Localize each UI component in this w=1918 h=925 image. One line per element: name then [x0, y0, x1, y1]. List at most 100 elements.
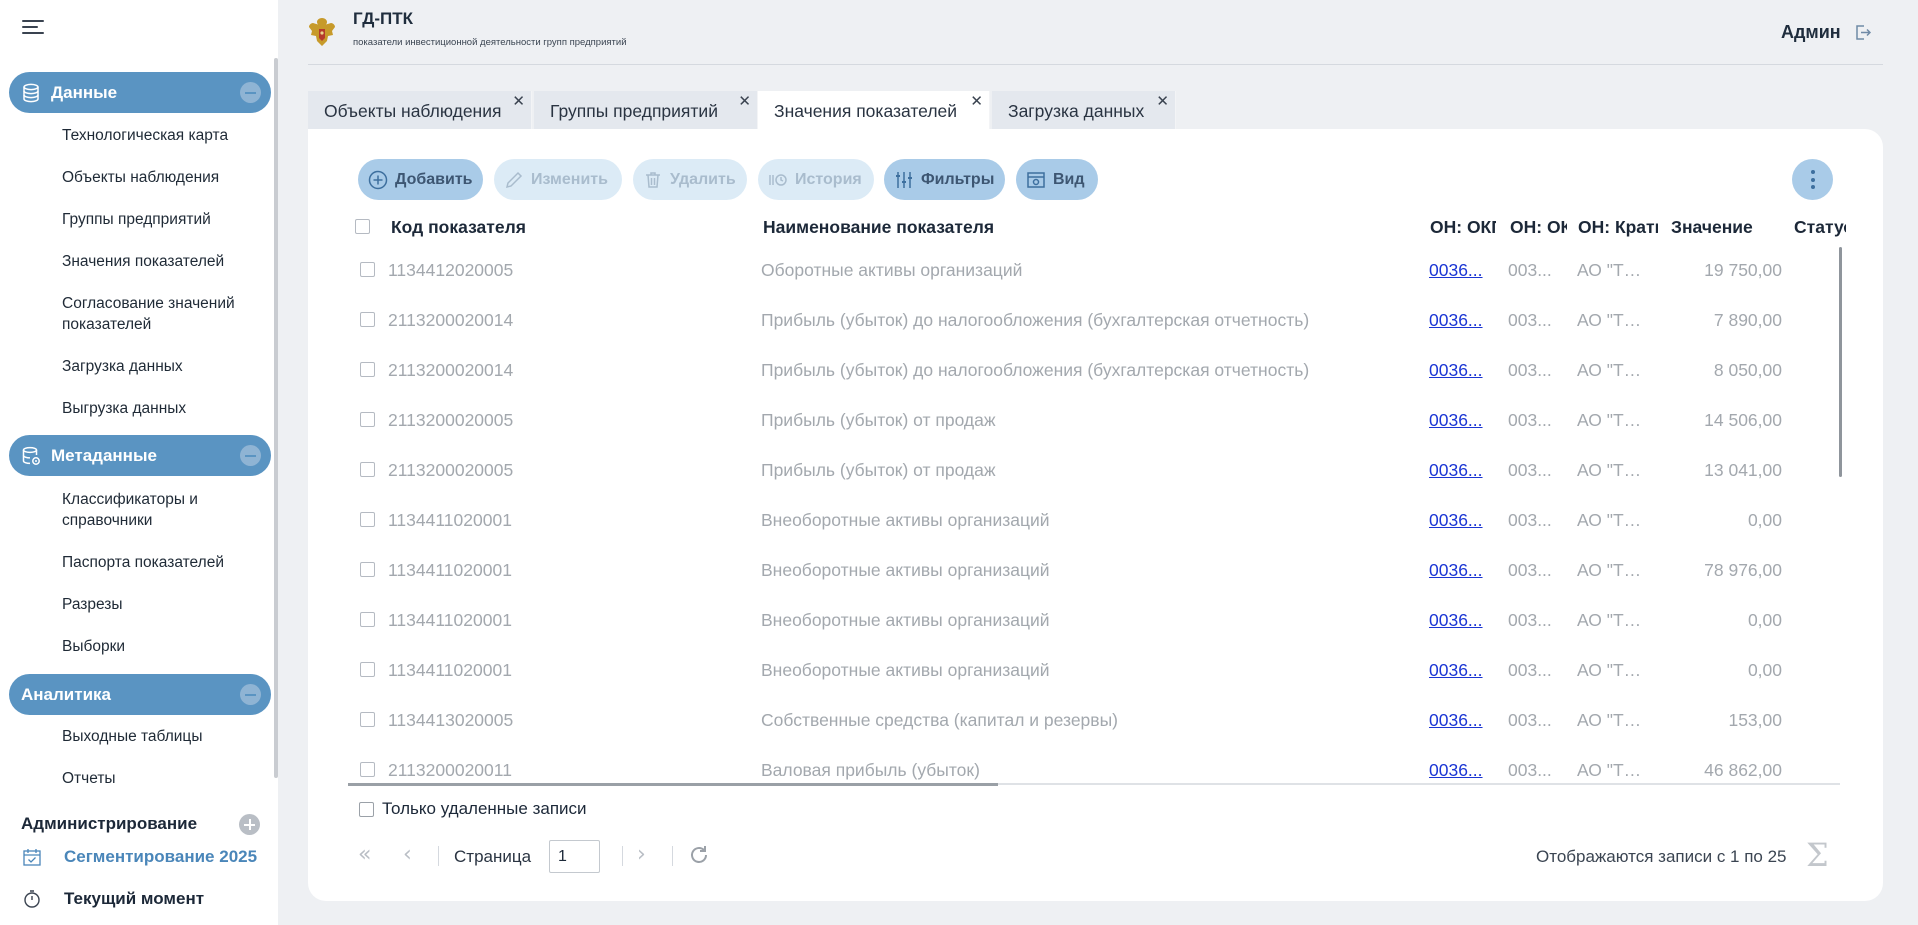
cell-okpo-link[interactable]: 0036... [1429, 710, 1489, 731]
more-options-icon[interactable] [1792, 159, 1833, 200]
tab-observation-objects[interactable]: Объекты наблюдения ✕ [308, 91, 532, 129]
history-button[interactable]: История [758, 159, 874, 200]
first-page-icon[interactable]: « [358, 841, 371, 869]
sidebar-section-analytics[interactable]: Аналитика [9, 674, 271, 715]
row-checkbox[interactable] [360, 262, 375, 277]
tab-label: Значения показателей [774, 101, 958, 121]
select-all-checkbox[interactable] [355, 219, 370, 234]
sidebar-item-tech-map[interactable]: Технологическая карта [62, 125, 262, 146]
row-checkbox[interactable] [360, 362, 375, 377]
next-page-icon[interactable]: › [637, 841, 646, 869]
column-header-value[interactable]: Значение [1671, 217, 1771, 238]
sidebar-item-observation-objects[interactable]: Объекты наблюдения [62, 167, 262, 188]
grid-horizontal-scrollbar[interactable] [348, 783, 998, 786]
row-checkbox[interactable] [360, 412, 375, 427]
cell-okpo-link[interactable]: 0036... [1429, 460, 1489, 481]
table-row[interactable]: 1134411020001 Внеоборотные активы организ… [348, 600, 1840, 650]
tab-label: Загрузка данных [1008, 101, 1145, 121]
cell-okpo-link[interactable]: 0036... [1429, 510, 1489, 531]
add-icon[interactable] [239, 814, 260, 835]
sidebar-section-metadata[interactable]: Метаданные [9, 435, 271, 476]
app-title: ГД-ПТК [353, 9, 413, 28]
table-row[interactable]: 1134411020001 Внеоборотные активы организ… [348, 550, 1840, 600]
sidebar-item-data-export[interactable]: Выгрузка данных [62, 398, 262, 419]
deleted-only-checkbox[interactable] [359, 801, 374, 817]
column-header-okpo[interactable]: ОН: ОКПО [1430, 217, 1496, 238]
table-row[interactable]: 2113200020014 Прибыль (убыток) до налогоо… [348, 350, 1840, 400]
row-checkbox[interactable] [360, 662, 375, 677]
sidebar-item-reports[interactable]: Отчеты [62, 768, 262, 789]
row-checkbox[interactable] [360, 312, 375, 327]
row-checkbox[interactable] [360, 462, 375, 477]
row-checkbox[interactable] [360, 512, 375, 527]
prev-page-icon[interactable]: ‹ [403, 841, 412, 869]
grid-vertical-scrollbar[interactable] [1839, 247, 1842, 477]
sidebar-item-indicator-values[interactable]: Значения показателей [62, 251, 262, 272]
close-icon[interactable]: ✕ [1156, 94, 1169, 109]
table-row[interactable]: 2113200020005 Прибыль (убыток) от продаж 0… [348, 400, 1840, 450]
user-name[interactable]: Админ [1781, 22, 1841, 43]
cell-okpo-link[interactable]: 0036... [1429, 760, 1489, 781]
sidebar-admin-label[interactable]: Администрирование [21, 814, 197, 834]
collapse-icon[interactable] [240, 445, 261, 466]
cell-short-name: АО "ТХ... [1577, 760, 1649, 780]
cell-okpo-link[interactable]: 0036... [1429, 660, 1489, 681]
sidebar-item-indicator-passports[interactable]: Паспорта показателей [62, 552, 262, 573]
row-checkbox[interactable] [360, 762, 375, 777]
sidebar-section-data[interactable]: Данные [9, 72, 271, 113]
cell-okpo-link[interactable]: 0036... [1429, 360, 1489, 381]
table-row[interactable]: 2113200020014 Прибыль (убыток) до налогоо… [348, 300, 1840, 350]
close-icon[interactable]: ✕ [970, 94, 983, 109]
delete-button[interactable]: Удалить [633, 159, 747, 200]
sidebar-item-enterprise-groups[interactable]: Группы предприятий [62, 209, 262, 230]
column-header-okpo-2[interactable]: ОН: ОКПО [1510, 217, 1567, 238]
deleted-only-toggle[interactable]: Только удаленные записи [359, 799, 587, 819]
sidebar-item-output-tables[interactable]: Выходные таблицы [62, 726, 262, 747]
row-checkbox[interactable] [360, 562, 375, 577]
row-checkbox[interactable] [360, 612, 375, 627]
sidebar-item-data-upload[interactable]: Загрузка данных [62, 356, 262, 377]
table-row[interactable]: 2113200020011 Валовая прибыль (убыток) 003… [348, 750, 1840, 784]
cell-okpo-link[interactable]: 0036... [1429, 560, 1489, 581]
sidebar-scrollbar[interactable] [274, 58, 278, 778]
sidebar-item-samples[interactable]: Выборки [62, 636, 262, 657]
close-icon[interactable]: ✕ [738, 94, 751, 109]
sidebar-link-segmentation[interactable]: Сегментирование 2025 [22, 847, 257, 867]
menu-icon[interactable] [22, 18, 44, 36]
collapse-icon[interactable] [240, 82, 261, 103]
tab-enterprise-groups[interactable]: Группы предприятий ✕ [534, 91, 758, 129]
cell-okpo-link[interactable]: 0036... [1429, 610, 1489, 631]
collapse-icon[interactable] [240, 684, 261, 705]
sidebar-link-current-moment[interactable]: Текущий момент [22, 889, 204, 909]
table-row[interactable]: 1134413020005 Собственные средства (капит… [348, 700, 1840, 750]
tab-data-upload[interactable]: Загрузка данных ✕ [992, 91, 1176, 129]
page-number-input[interactable] [549, 840, 600, 873]
column-header-code[interactable]: Код показателя [391, 217, 731, 238]
table-row[interactable]: 1134412020005 Оборотные активы организаци… [348, 250, 1840, 300]
column-header-short-name[interactable]: ОН: Краткое [1578, 217, 1658, 238]
cell-okpo-link[interactable]: 0036... [1429, 310, 1489, 331]
tab-indicator-values[interactable]: Значения показателей ✕ [758, 91, 990, 129]
cell-okpo-link[interactable]: 0036... [1429, 410, 1489, 431]
column-header-status[interactable]: Статус [1794, 217, 1846, 238]
column-header-name[interactable]: Наименование показателя [763, 217, 1163, 238]
cell-okpo-link[interactable]: 0036... [1429, 260, 1489, 281]
table-row[interactable]: 1134411020001 Внеоборотные активы организ… [348, 650, 1840, 700]
sidebar-item-value-approval[interactable]: Согласование значений показателей [62, 293, 262, 335]
sidebar-item-classifiers[interactable]: Классификаторы и справочники [62, 489, 262, 531]
table-row[interactable]: 1134411020001 Внеоборотные активы организ… [348, 500, 1840, 550]
cell-okpo-2: 003... [1508, 260, 1552, 280]
logout-icon[interactable] [1854, 24, 1871, 41]
add-button[interactable]: Добавить [358, 159, 483, 200]
sidebar-item-sections[interactable]: Разрезы [62, 594, 262, 615]
cell-code: 2113200020014 [388, 310, 514, 330]
refresh-icon[interactable] [688, 844, 710, 866]
sum-icon[interactable]: Σ [1806, 836, 1829, 874]
edit-button[interactable]: Изменить [494, 159, 622, 200]
filters-button[interactable]: Фильтры [884, 159, 1005, 200]
row-checkbox[interactable] [360, 712, 375, 727]
cell-okpo-2: 003... [1508, 760, 1552, 780]
table-row[interactable]: 2113200020005 Прибыль (убыток) от продаж 0… [348, 450, 1840, 500]
view-button[interactable]: Вид [1016, 159, 1098, 200]
close-icon[interactable]: ✕ [512, 94, 525, 109]
